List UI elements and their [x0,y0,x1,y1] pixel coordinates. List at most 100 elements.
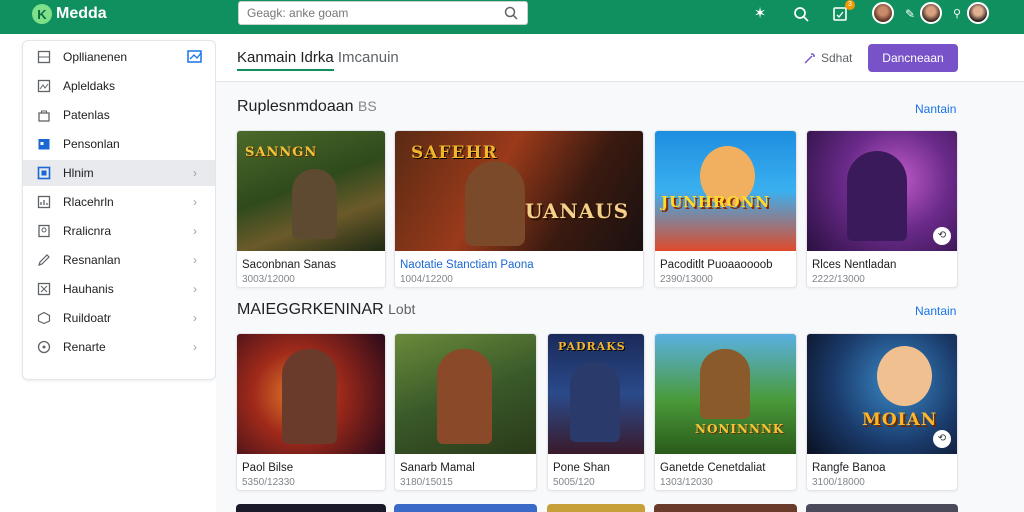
card-title: Rlces Nentladan [812,259,897,271]
sidebar-item-pensonlan[interactable]: Pensonlan [23,131,215,157]
card-title: Pone Shan [553,462,610,474]
chevron-right-icon: › [193,166,197,180]
game-thumbnail [237,334,385,454]
game-card-partial[interactable] [654,504,797,512]
sidebar-item-label: Ruildoatr [63,311,112,325]
play-icon[interactable]: ⟲ [933,430,951,448]
section-title-text: Ruplesnmdoaan [237,98,354,115]
document-icon [38,224,50,238]
primary-action-button[interactable]: Dancneaan [868,44,958,72]
section-title-suffix: BS [357,98,377,114]
sidebar-item-ruildoatr[interactable]: Ruildoatr › [23,305,215,331]
card-title: Sanarb Mamal [400,462,475,474]
notification-badge: 3 [845,0,855,10]
sidebar-item-renarte[interactable]: Renarte › [23,334,215,360]
view-all-link[interactable]: Nantain [915,304,956,318]
sidebar-item-rlacehrln[interactable]: Rlacehrln › [23,189,215,215]
sidebar-item-label: Opllianenen [63,50,128,64]
game-thumbnail: MOIAN ⟲ [807,334,957,454]
share-link[interactable]: Sdhat [804,51,852,65]
search-icon[interactable] [503,5,519,21]
sidebar-item-opllianenen[interactable]: Opllianenen [23,44,215,70]
section-title-text: MAIEGGRKENINAR [237,301,384,318]
game-card[interactable]: ⟲ Rlces Nentladan 2222/13000 [806,130,958,288]
search-icon[interactable] [792,5,810,23]
game-card[interactable]: Sanarb Mamal 3180/15015 [394,333,537,491]
page-title-primary: Kanmain Idrka [237,49,334,71]
page-header: Kanmain Idrka Imcanuin Sdhat Dancneaan [216,34,1024,82]
location-icon[interactable]: ⚲ [948,5,966,23]
edit-icon[interactable]: ✎ [901,5,919,23]
game-thumbnail: NONINNNK [655,334,796,454]
card-title: Pacoditlt Puoaaoooob [660,259,773,271]
section-title: MAIEGGRKENINAR Lobt [237,301,415,319]
share-link-label: Sdhat [821,51,853,65]
sidebar-item-hlnim[interactable]: Hlnim › [23,160,215,186]
sidebar-item-label: Hlnim [63,166,94,180]
sidebar-panel: Opllianenen Apleldaks Patenlas Pensonlan… [0,34,216,512]
search-input[interactable] [247,5,502,21]
thumbnail-logo-text: PADRAKS [558,340,626,353]
card-meta: 2390/13000 [660,274,713,285]
character-figure [570,362,620,442]
game-card[interactable]: Paol Bilse 5350/12330 [236,333,386,491]
game-card-partial[interactable] [236,504,386,512]
sidebar-item-resnanlan[interactable]: Resnanlan › [23,247,215,273]
game-card-partial[interactable] [806,504,958,512]
app-name: Medda [56,5,107,22]
card-meta: 5005/120 [553,477,595,488]
character-figure [282,349,337,444]
chart-icon [37,195,51,209]
card-meta: 3003/12000 [242,274,295,285]
game-card[interactable]: SAFEHR UANAUS Naotatie Stanctiam Paona 1… [394,130,644,288]
sidebar: Opllianenen Apleldaks Patenlas Pensonlan… [22,40,216,380]
sidebar-item-label: Rlacehrln [63,195,114,209]
game-card[interactable]: NONINNNK Ganetde Cenetdaliat 1303/12030 [654,333,797,491]
game-thumbnail: JUNHRONN [655,131,796,251]
card-meta: 1303/12030 [660,477,713,488]
card-meta: 2222/13000 [812,274,865,285]
character-figure [700,349,750,419]
user-avatar[interactable] [872,2,894,24]
game-card-partial[interactable] [394,504,537,512]
main-content: Kanmain Idrka Imcanuin Sdhat Dancneaan R… [216,34,1024,512]
sidebar-item-hauhanis[interactable]: Hauhanis › [23,276,215,302]
game-card-partial[interactable] [547,504,645,512]
chevron-right-icon: › [193,224,197,238]
grid-icon [37,50,51,64]
game-card[interactable]: PADRAKS Pone Shan 5005/120 [547,333,645,491]
sidebar-item-label: Rralicnra [63,224,112,238]
logo-mark: K [32,4,52,24]
card-meta: 3180/15015 [400,477,453,488]
game-card[interactable]: SANNGN Saconbnan Sanas 3003/12000 [236,130,386,288]
sidebar-item-label: Patenlas [63,108,110,122]
star-icon[interactable]: ✶ [751,5,769,23]
chevron-right-icon: › [193,311,197,325]
game-thumbnail [395,334,536,454]
card-meta: 5350/12330 [242,477,295,488]
user-avatar[interactable] [920,2,942,24]
game-card[interactable]: JUNHRONN Pacoditlt Puoaaoooob 2390/13000 [654,130,797,288]
bag-icon [38,110,50,122]
sidebar-item-label: Pensonlan [63,137,120,151]
chevron-right-icon: › [193,282,197,296]
sidebar-item-patenlas[interactable]: Patenlas [23,102,215,128]
character-figure [465,161,525,246]
help-icon [37,340,51,354]
app-logo[interactable]: K Medda [32,4,107,24]
view-all-link[interactable]: Nantain [915,102,956,116]
chevron-right-icon: › [193,340,197,354]
section-title-suffix: Lobt [388,301,416,317]
play-icon[interactable]: ⟲ [933,227,951,245]
game-card[interactable]: MOIAN ⟲ Rangfe Banoa 3100/18000 [806,333,958,491]
top-bar: K Medda ✶ 3 ✎ ⚲ [0,0,1024,34]
section-title: Ruplesnmdoaan BS [237,98,377,116]
character-figure [292,169,337,239]
user-avatar[interactable] [967,2,989,24]
card-title: Paol Bilse [242,462,294,474]
sidebar-item-rralicnra[interactable]: Rralicnra › [23,218,215,244]
square-icon [37,166,51,180]
character-figure [437,349,492,444]
card-title: Saconbnan Sanas [242,259,336,271]
sidebar-item-apleldaks[interactable]: Apleldaks [23,73,215,99]
